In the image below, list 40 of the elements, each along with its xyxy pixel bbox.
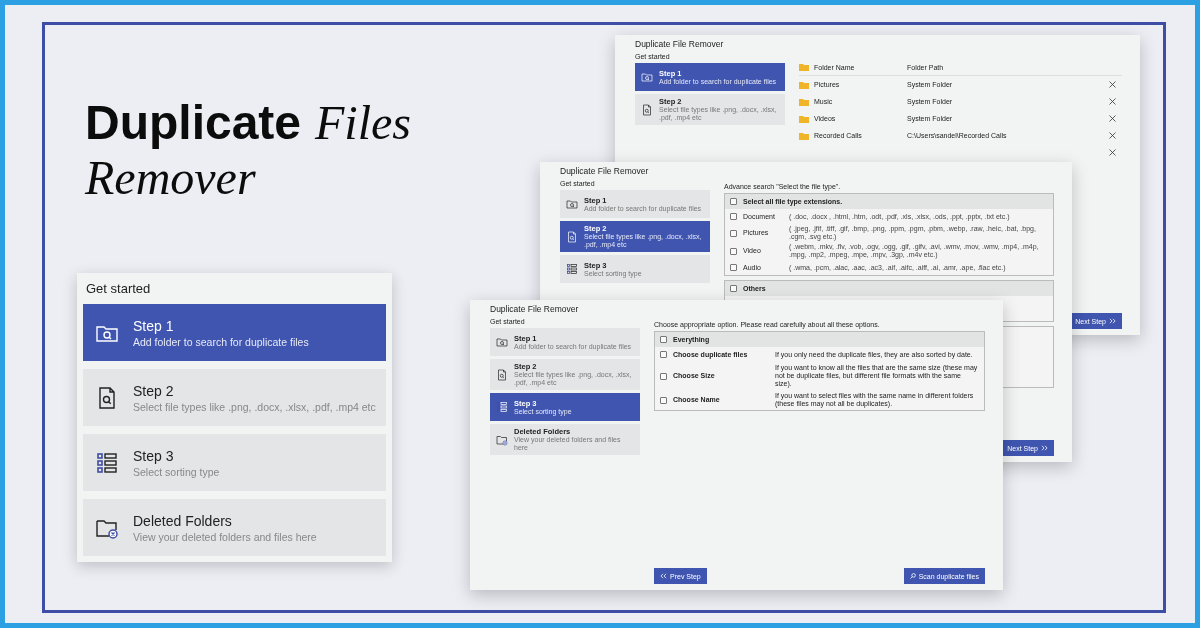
search-icon bbox=[909, 573, 916, 579]
checkbox[interactable] bbox=[660, 336, 667, 343]
file-search-icon bbox=[496, 368, 508, 381]
double-chevron-right-icon bbox=[1109, 318, 1116, 324]
step-item[interactable]: Deleted Folders View your deleted folders and files here bbox=[83, 499, 386, 556]
folder-delete-icon bbox=[496, 433, 508, 446]
file-search-icon bbox=[566, 230, 578, 243]
list-icon bbox=[566, 263, 578, 275]
section-heading: Get started bbox=[86, 281, 152, 296]
step-item[interactable]: Step 1 Add folder to search for duplicate files bbox=[83, 304, 386, 361]
checkbox[interactable] bbox=[660, 396, 667, 404]
folder-search-icon bbox=[496, 336, 508, 348]
folder-search-icon bbox=[566, 198, 578, 210]
checkbox[interactable] bbox=[730, 198, 737, 205]
window-title: Duplicate File Remover bbox=[634, 38, 724, 50]
checkbox[interactable] bbox=[730, 213, 737, 220]
close-icon[interactable] bbox=[1109, 149, 1116, 156]
file-search-icon bbox=[641, 103, 653, 116]
checkbox[interactable] bbox=[730, 264, 737, 271]
checkbox[interactable] bbox=[730, 285, 737, 292]
window-title: Duplicate File Remover bbox=[559, 165, 649, 177]
window-title: Duplicate File Remover bbox=[489, 303, 579, 315]
step-item[interactable]: Step 2 Select file types like .png, .docx, .xlsx, .pdf, .mp4 etc bbox=[83, 369, 386, 426]
folder-search-icon bbox=[641, 71, 653, 83]
list-icon bbox=[95, 450, 119, 475]
headline-text: Remover bbox=[85, 150, 256, 205]
headline-text: Duplicate bbox=[85, 95, 302, 150]
checkbox[interactable] bbox=[730, 229, 737, 237]
close-icon[interactable] bbox=[1109, 132, 1116, 139]
close-icon[interactable] bbox=[1109, 115, 1116, 122]
checkbox[interactable] bbox=[660, 351, 667, 358]
close-icon[interactable] bbox=[1109, 81, 1116, 88]
step-item[interactable]: Step 3 Select sorting type bbox=[83, 434, 386, 491]
headline-text: Files bbox=[315, 95, 412, 150]
double-chevron-right-icon bbox=[1041, 445, 1048, 451]
checkbox[interactable] bbox=[660, 372, 667, 380]
list-icon bbox=[496, 401, 508, 413]
close-icon[interactable] bbox=[1109, 98, 1116, 105]
double-chevron-left-icon bbox=[660, 573, 667, 579]
checkbox[interactable] bbox=[730, 247, 737, 255]
